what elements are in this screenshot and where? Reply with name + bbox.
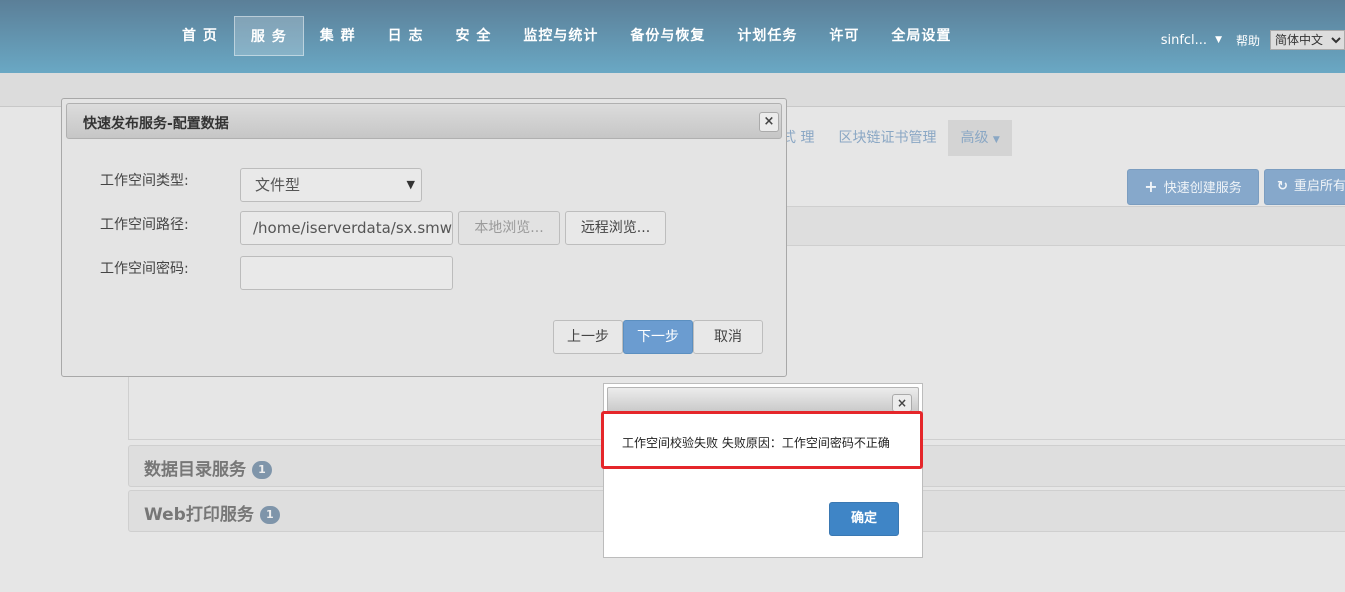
dialog-title: 快速发布服务-配置数据 [83,116,229,132]
top-header: 首 页 服 务 集 群 日 志 安 全 监控与统计 备份与恢复 计划任务 许可 … [0,0,1345,73]
restart-all-button[interactable]: ↻ 重启所有 [1264,169,1345,205]
help-link[interactable]: 帮助 [1236,32,1260,49]
workspace-path-input[interactable]: /home/iserverdata/sx.smw [240,211,453,245]
workspace-type-label: 工作空间类型: [100,173,189,189]
nav-item-logs[interactable]: 日 志 [372,16,440,56]
refresh-icon: ↻ [1277,179,1288,194]
tab-blockchain-cert[interactable]: 区块链证书管理 [826,120,948,156]
quick-create-service-button[interactable]: + 快速创建服务 [1127,169,1259,205]
workspace-password-input[interactable] [240,256,453,290]
nav-item-home[interactable]: 首 页 [166,16,234,56]
workspace-type-select[interactable]: 文件型 ▼ [240,168,422,202]
language-select[interactable]: 简体中文 [1270,30,1345,50]
close-icon[interactable]: × [892,394,912,412]
error-alert-dialog: × 工作空间校验失败 失败原因：工作空间密码不正确 确定 [603,383,923,558]
restart-label: 重启所有 [1293,179,1345,194]
user-bar: sinfcl... ▼ 帮助 简体中文 [1161,30,1345,50]
plus-icon: + [1144,177,1158,196]
close-icon[interactable]: × [759,112,779,132]
workspace-path-label: 工作空间路径: [100,217,189,233]
tab-advanced[interactable]: 高级 ▼ [948,120,1012,156]
accordion-title: 数据目录服务 1 [144,455,272,480]
nav-item-scheduled-tasks[interactable]: 计划任务 [721,16,813,56]
nav-item-security[interactable]: 安 全 [440,16,508,56]
confirm-button[interactable]: 确定 [829,502,899,536]
workspace-password-label: 工作空间密码: [100,261,189,277]
user-menu[interactable]: sinfcl... [1161,33,1207,48]
local-browse-button[interactable]: 本地浏览... [458,211,560,245]
cancel-button[interactable]: 取消 [693,320,763,354]
accordion-title-text: 数据目录服务 [144,460,246,480]
count-badge: 1 [252,461,272,479]
dialog-header: 快速发布服务-配置数据 × [66,103,782,139]
nav-item-cluster[interactable]: 集 群 [304,16,372,56]
nav-item-services[interactable]: 服 务 [233,16,304,56]
service-tabs: 式 理 区块链证书管理 高级 ▼ [770,120,1012,156]
chevron-down-icon: ▼ [406,178,415,191]
nav-item-global-settings[interactable]: 全局设置 [875,16,967,56]
next-step-button[interactable]: 下一步 [623,320,693,354]
config-data-dialog: 快速发布服务-配置数据 × 工作空间类型: 文件型 ▼ 工作空间路径: /hom… [61,98,787,377]
caret-down-icon: ▼ [992,135,1000,145]
previous-step-button[interactable]: 上一步 [553,320,623,354]
error-highlight-box [601,411,923,469]
accordion-title: Web打印服务 1 [144,500,280,525]
nav-item-monitoring[interactable]: 监控与统计 [507,16,614,56]
remote-browse-button[interactable]: 远程浏览... [565,211,666,245]
accordion-title-text: Web打印服务 [144,505,254,525]
caret-down-icon[interactable]: ▼ [1215,35,1222,45]
nav-item-backup[interactable]: 备份与恢复 [614,16,721,56]
workspace-type-value: 文件型 [255,176,301,194]
count-badge: 1 [259,506,280,524]
nav-item-license[interactable]: 许可 [813,16,875,56]
tab-advanced-label: 高级 [960,130,989,146]
main-nav: 首 页 服 务 集 群 日 志 安 全 监控与统计 备份与恢复 计划任务 许可 … [166,16,967,56]
alert-header [607,387,919,413]
quick-create-label: 快速创建服务 [1163,181,1242,196]
